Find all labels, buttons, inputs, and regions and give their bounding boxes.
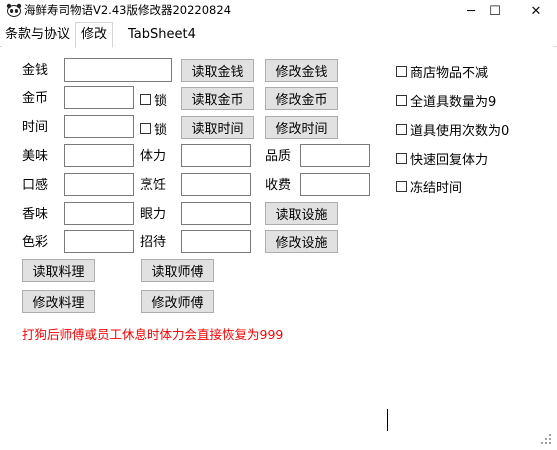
- checkbox-box: [396, 95, 407, 106]
- quality-input[interactable]: [300, 144, 370, 167]
- color-input[interactable]: [64, 230, 134, 253]
- time-lock-checkbox[interactable]: 锁: [140, 119, 167, 138]
- checkbox-box: [396, 124, 407, 135]
- panda-app-icon: [6, 3, 22, 17]
- aroma-label: 香味: [22, 207, 49, 222]
- checkbox-box: [396, 153, 407, 164]
- title-bar[interactable]: 海鲜寿司物语V2.43版修改器20220824 ─ ☐ ✕: [0, 0, 557, 22]
- mouthfeel-input[interactable]: [64, 173, 134, 196]
- taste-input[interactable]: [64, 144, 134, 167]
- option-label: 冻结时间: [410, 181, 463, 196]
- note-text: 打狗后师傅或员工休息时体力会直接恢复为999: [22, 327, 284, 342]
- vertical-divider: [387, 409, 388, 431]
- option-label: 快速回复体力: [410, 153, 489, 168]
- tab-modify[interactable]: 修改: [75, 22, 114, 48]
- fee-input[interactable]: [300, 173, 370, 196]
- tab-tabsheet4[interactable]: TabSheet4: [123, 24, 201, 45]
- read-money-button[interactable]: 读取金钱: [181, 59, 254, 82]
- option-freeze-time[interactable]: 冻结时间: [396, 177, 462, 196]
- time-label: 时间: [22, 120, 49, 135]
- read-facility-button[interactable]: 读取设施: [265, 202, 338, 225]
- hospitality-label: 招待: [140, 235, 167, 250]
- taste-label: 美味: [22, 149, 49, 164]
- checkbox-box: [140, 94, 151, 105]
- modify-chef-button[interactable]: 修改师傅: [141, 290, 214, 313]
- stamina-label: 体力: [140, 149, 167, 164]
- tab-terms[interactable]: 条款与协议: [0, 24, 75, 45]
- modify-time-button[interactable]: 修改时间: [265, 116, 338, 139]
- option-label: 道具使用次数为0: [410, 124, 510, 139]
- option-all-items-nine[interactable]: 全道具数量为9: [396, 91, 496, 110]
- hospitality-input[interactable]: [181, 230, 251, 253]
- option-label: 全道具数量为9: [410, 95, 497, 110]
- mouthfeel-label: 口感: [22, 178, 49, 193]
- close-button[interactable]: ✕: [513, 0, 557, 22]
- cooking-label: 烹饪: [140, 178, 167, 193]
- stamina-input[interactable]: [181, 144, 251, 167]
- checkbox-box: [140, 123, 151, 134]
- aroma-input[interactable]: [64, 202, 134, 225]
- gold-lock-label: 锁: [154, 94, 168, 109]
- time-lock-label: 锁: [154, 123, 168, 138]
- gold-input[interactable]: [64, 86, 134, 109]
- checkbox-box: [396, 181, 407, 192]
- cooking-input[interactable]: [181, 173, 251, 196]
- window-title: 海鲜寿司物语V2.43版修改器20220824: [24, 3, 232, 17]
- read-gold-button[interactable]: 读取金币: [181, 87, 254, 110]
- option-label: 商店物品不减: [410, 66, 489, 81]
- read-dish-button[interactable]: 读取料理: [22, 259, 95, 282]
- resize-grip-icon[interactable]: [540, 433, 552, 445]
- eyesight-label: 眼力: [140, 207, 167, 222]
- read-time-button[interactable]: 读取时间: [181, 116, 254, 139]
- time-input[interactable]: [64, 115, 134, 138]
- modify-money-button[interactable]: 修改金钱: [265, 59, 338, 82]
- color-label: 色彩: [22, 235, 49, 250]
- maximize-button[interactable]: ☐: [472, 0, 518, 22]
- gold-label: 金币: [22, 91, 49, 106]
- gold-lock-checkbox[interactable]: 锁: [140, 90, 167, 109]
- modify-gold-button[interactable]: 修改金币: [265, 87, 338, 110]
- option-shop-items-no-decrease[interactable]: 商店物品不减: [396, 62, 488, 81]
- modify-dish-button[interactable]: 修改料理: [22, 290, 95, 313]
- quality-label: 品质: [265, 149, 292, 164]
- close-icon: ✕: [530, 3, 542, 19]
- checkbox-box: [396, 66, 407, 77]
- option-fast-stamina-recovery[interactable]: 快速回复体力: [396, 149, 488, 168]
- eyesight-input[interactable]: [181, 202, 251, 225]
- money-label: 金钱: [22, 63, 49, 78]
- fee-label: 收费: [265, 178, 292, 193]
- option-item-uses-zero[interactable]: 道具使用次数为0: [396, 120, 509, 139]
- money-input[interactable]: [64, 58, 172, 82]
- read-chef-button[interactable]: 读取师傅: [141, 259, 214, 282]
- maximize-icon: ☐: [489, 3, 501, 19]
- modify-facility-button[interactable]: 修改设施: [265, 230, 338, 253]
